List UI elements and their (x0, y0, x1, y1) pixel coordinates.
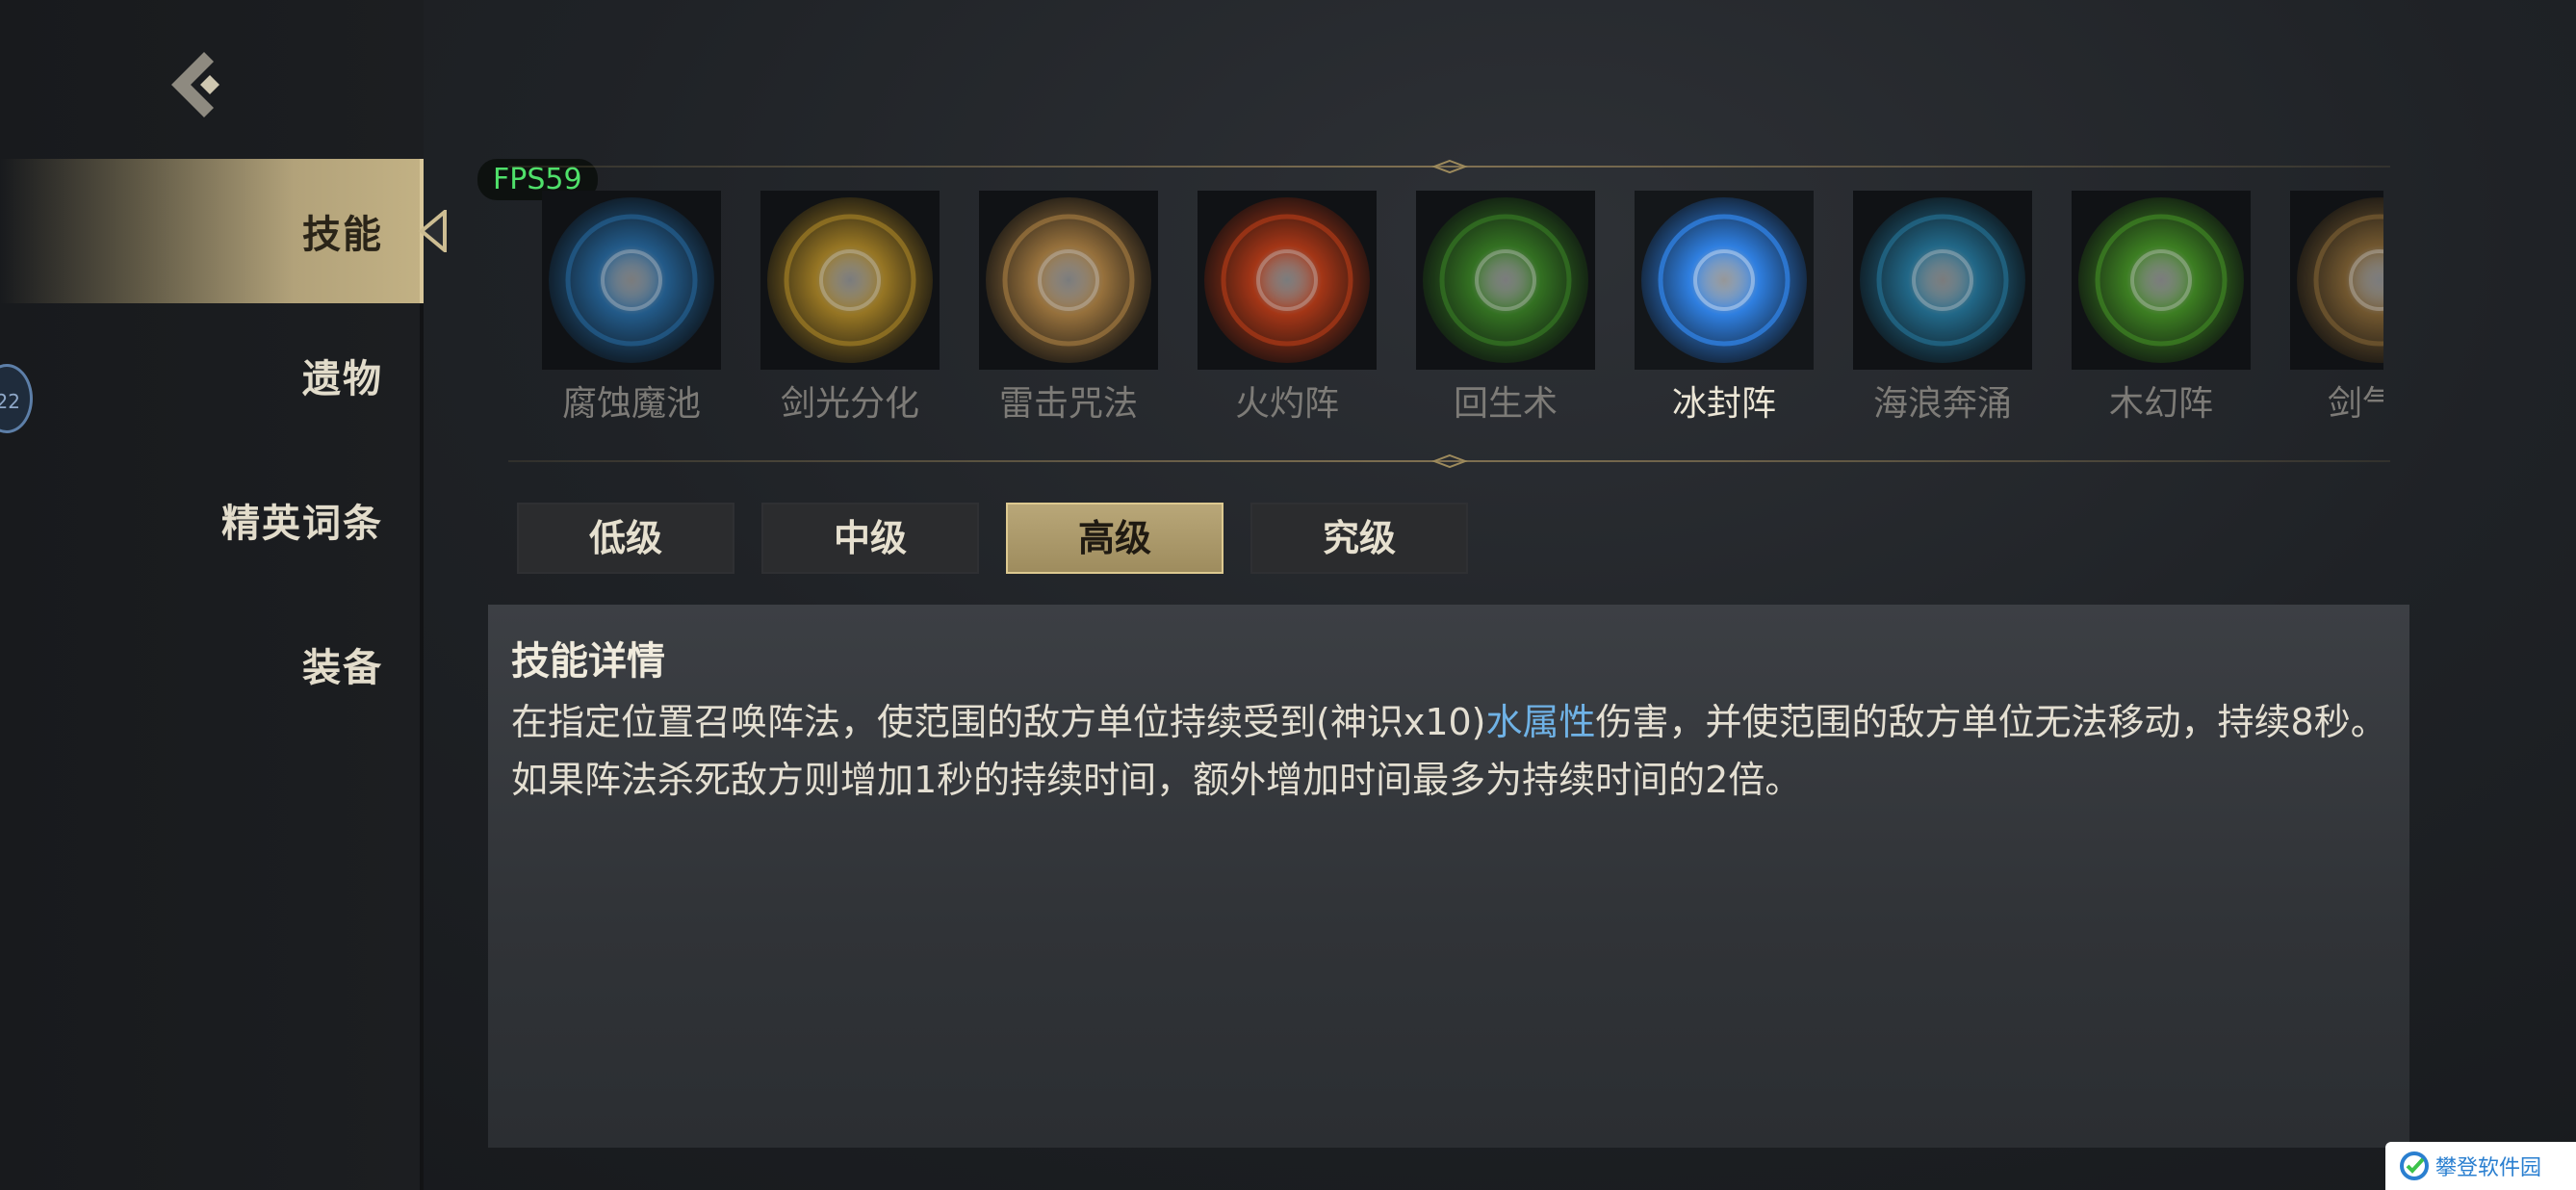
lightning-curse-icon (979, 191, 1158, 370)
sidebar-divider (420, 159, 424, 1190)
sidebar-item-label: 装备 (302, 646, 383, 690)
skill-name: 剑光分化 (780, 384, 919, 424)
site-watermark: 攀登软件园 (2385, 1142, 2576, 1190)
skill-name: 回生术 (1453, 384, 1558, 424)
tab-label: 中级 (833, 517, 907, 559)
skill-item[interactable]: 腐蚀魔池 (542, 191, 721, 431)
skill-detail-panel: 技能详情 在指定位置召唤阵法，使范围的敌方单位持续受到(神识x10)水属性伤害，… (488, 605, 2409, 1148)
tab-label: 低级 (588, 517, 662, 559)
skill-item[interactable]: 雷击咒法 (979, 191, 1158, 431)
sword-light-icon (760, 191, 940, 370)
sidebar-item-label: 精英词条 (221, 502, 383, 546)
element-keyword: 水属性 (1485, 701, 1596, 743)
tab-label: 究级 (1322, 517, 1396, 559)
skill-name: 冰封阵 (1671, 384, 1776, 424)
sidebar-item-skills[interactable]: 技能 (0, 159, 447, 303)
skill-name: 木幻阵 (2108, 384, 2213, 424)
watermark-logo-icon (2400, 1151, 2429, 1180)
tab-label: 高级 (1077, 517, 1151, 559)
watermark-text: 攀登软件园 (2435, 1156, 2542, 1180)
revival-icon (1416, 191, 1595, 370)
tab-tier-low[interactable]: 低级 (517, 503, 734, 574)
tab-tier-ultimate[interactable]: 究级 (1250, 503, 1468, 574)
skill-item[interactable]: 木幻阵 (2072, 191, 2251, 431)
sword-qi-icon (2290, 191, 2383, 370)
skill-name: 雷击咒法 (998, 384, 1138, 424)
sidebar-item-label: 遗物 (302, 357, 383, 401)
skill-item[interactable]: 回生术 (1416, 191, 1595, 431)
top-divider (508, 159, 2390, 174)
skill-name: 剑气诀 (2327, 384, 2383, 424)
tab-tier-mid[interactable]: 中级 (761, 503, 979, 574)
ocean-wave-icon (1853, 191, 2032, 370)
skill-name: 海浪奔涌 (1872, 384, 2012, 424)
detail-description: 在指定位置召唤阵法，使范围的敌方单位持续受到(神识x10)水属性伤害，并使范围的… (511, 693, 2388, 809)
bottom-divider (508, 453, 2390, 469)
back-arrow-icon[interactable] (166, 46, 243, 123)
sidebar-item-label: 技能 (302, 213, 383, 257)
skill-item[interactable]: 火灼阵 (1198, 191, 1377, 431)
active-indicator-icon (418, 210, 447, 252)
desc-text: 在指定位置召唤阵法，使范围的敌方单位持续受到(神识x10) (511, 701, 1486, 743)
sidebar: 技能 遗物 精英词条 装备 22 (0, 0, 447, 1190)
sidebar-item-equipment[interactable]: 装备 (0, 592, 420, 737)
sidebar-item-relics[interactable]: 遗物 (0, 303, 420, 448)
wood-illusion-icon (2072, 191, 2251, 370)
skill-item[interactable]: 海浪奔涌 (1853, 191, 2032, 431)
skill-item[interactable]: 剑气诀 (2290, 191, 2383, 431)
skill-list: 腐蚀魔池 剑光分化 雷击咒法 火灼阵 回生术 冰封阵 海浪奔涌 木幻阵 剑气诀 (542, 191, 2383, 431)
skill-name: 腐蚀魔池 (561, 384, 701, 424)
skill-item[interactable]: 剑光分化 (760, 191, 940, 431)
tab-tier-high[interactable]: 高级 (1006, 503, 1224, 574)
corrosion-pool-icon (542, 191, 721, 370)
sidebar-item-elite-traits[interactable]: 精英词条 (0, 448, 420, 592)
detail-title: 技能详情 (511, 639, 665, 684)
skill-name: 火灼阵 (1234, 384, 1339, 424)
skill-item[interactable]: 冰封阵 (1635, 191, 1814, 431)
fire-array-icon (1198, 191, 1377, 370)
ice-array-icon (1635, 191, 1814, 370)
